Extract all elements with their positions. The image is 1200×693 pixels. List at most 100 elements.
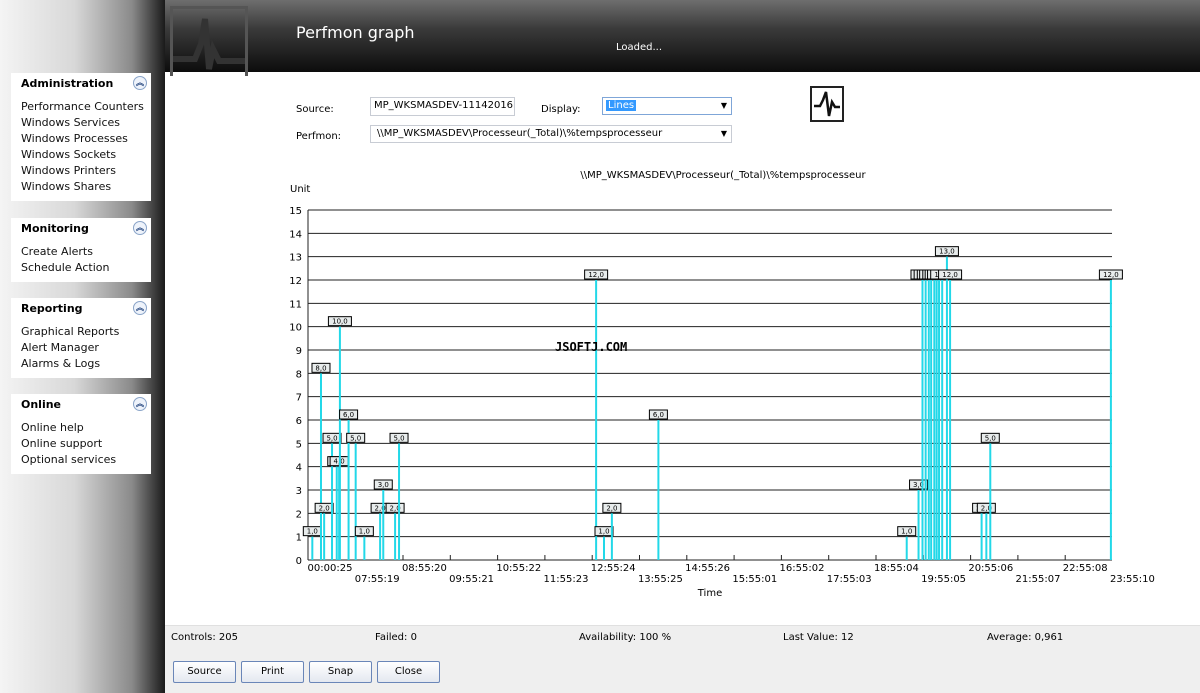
- section-title: Administration: [21, 77, 114, 90]
- data-label-box: [922, 269, 947, 280]
- section-title: Online: [21, 398, 62, 411]
- data-label: 5,0: [350, 434, 361, 442]
- y-tick-label: 0: [296, 556, 302, 567]
- data-label: 4,0: [334, 458, 345, 466]
- sidebar-section-monitoring: Monitoring ︽ Create Alerts Schedule Action: [11, 218, 151, 282]
- data-label-box: [354, 526, 374, 537]
- sidebar-item[interactable]: Windows Processes: [21, 131, 141, 147]
- data-label: 12,0: [1103, 271, 1119, 279]
- sidebar-item[interactable]: Windows Services: [21, 115, 141, 131]
- sidebar-section-reporting: Reporting ︽ Graphical Reports Alert Manager…: [11, 298, 151, 378]
- sidebar-section-administration: Administration ︽ Performance Counters Windo…: [11, 73, 151, 201]
- data-label-box: [327, 456, 347, 467]
- sidebar-item[interactable]: Alert Manager: [21, 340, 141, 356]
- data-label: 12,0: [929, 271, 945, 279]
- data-label: 12,0: [934, 271, 950, 279]
- data-label: 2,0: [606, 504, 617, 512]
- data-label-box: [311, 362, 331, 373]
- data-label: 1,0: [901, 528, 912, 536]
- data-label: 12,0: [915, 271, 931, 279]
- y-tick-label: 13: [289, 253, 302, 264]
- section-title: Monitoring: [21, 222, 89, 235]
- y-tick-label: 3: [296, 486, 302, 497]
- y-tick-label: 11: [289, 299, 302, 310]
- y-tick-label: 7: [296, 393, 302, 404]
- close-button[interactable]: Close: [377, 661, 440, 683]
- collapse-icon[interactable]: ︽: [133, 76, 147, 90]
- x-tick-label: 20:55:06: [968, 563, 1013, 574]
- data-label-box: [339, 409, 359, 420]
- collapse-icon[interactable]: ︽: [133, 301, 147, 315]
- pulse-icon[interactable]: [810, 86, 844, 122]
- perfmon-select[interactable]: \\MP_WKSMASDEV\Processeur(_Total)\%temps…: [370, 125, 732, 143]
- data-label: 12,0: [942, 271, 958, 279]
- section-header[interactable]: Reporting ︽: [11, 298, 151, 320]
- sidebar-item[interactable]: Alarms & Logs: [21, 356, 141, 372]
- data-label-box: [594, 526, 614, 537]
- print-button[interactable]: Print: [241, 661, 304, 683]
- display-select[interactable]: Lines ▼: [602, 97, 732, 115]
- dropdown-arrow-icon: ▼: [720, 129, 727, 138]
- x-tick-label: 21:55:07: [1016, 574, 1061, 585]
- data-label: 10,0: [332, 318, 348, 326]
- sidebar-item[interactable]: Create Alerts: [21, 244, 141, 260]
- y-tick-label: 8: [296, 369, 302, 380]
- x-tick-label: 10:55:22: [496, 563, 541, 574]
- x-tick-label: 22:55:08: [1063, 563, 1108, 574]
- data-label: 6,0: [343, 411, 354, 419]
- sidebar-item[interactable]: Graphical Reports: [21, 324, 141, 340]
- header: Perfmon graph Loaded...: [165, 0, 1200, 76]
- footer: Controls: 205 Failed: 0 Availability: 10…: [165, 625, 1200, 693]
- data-label-box: [924, 269, 949, 280]
- sidebar-item[interactable]: Online help: [21, 420, 141, 436]
- data-label: 13,0: [939, 248, 955, 256]
- data-label-box: [389, 432, 409, 443]
- sidebar-item[interactable]: Schedule Action: [21, 260, 141, 276]
- collapse-icon[interactable]: ︽: [133, 397, 147, 411]
- y-tick-label: 12: [289, 276, 302, 287]
- data-label: 2,0: [981, 504, 992, 512]
- x-tick-label: 11:55:23: [544, 574, 589, 585]
- y-tick-label: 2: [296, 509, 302, 520]
- perfmon-label: Perfmon:: [296, 131, 342, 142]
- data-label-box: [322, 432, 342, 443]
- sidebar: Administration ︽ Performance Counters Windo…: [0, 0, 165, 693]
- section-title: Reporting: [21, 302, 83, 315]
- data-label-box: [370, 502, 390, 513]
- source-button[interactable]: Source: [173, 661, 236, 683]
- data-label: 2,0: [976, 504, 987, 512]
- data-label-box: [927, 269, 952, 280]
- data-label-box: [919, 269, 944, 280]
- sidebar-item[interactable]: Windows Printers: [21, 163, 141, 179]
- data-label: 1,0: [307, 528, 318, 536]
- source-input[interactable]: MP_WKSMASDEV-11142016P: [370, 97, 515, 116]
- section-header[interactable]: Online ︽: [11, 394, 151, 416]
- x-tick-label: 18:55:04: [874, 563, 919, 574]
- source-label: Source:: [296, 104, 334, 115]
- collapse-icon[interactable]: ︽: [133, 221, 147, 235]
- controls-count: Controls: 205: [171, 632, 238, 643]
- x-tick-label: 14:55:26: [685, 563, 730, 574]
- data-label-box: [897, 526, 917, 537]
- dropdown-arrow-icon: ▼: [720, 101, 727, 110]
- sidebar-item[interactable]: Performance Counters: [21, 99, 144, 115]
- sidebar-item[interactable]: Online support: [21, 436, 141, 452]
- y-tick-label: 9: [296, 346, 302, 357]
- section-header[interactable]: Administration ︽: [11, 73, 151, 95]
- data-label-box: [909, 479, 929, 490]
- data-label: 1,0: [359, 528, 370, 536]
- sidebar-item[interactable]: Windows Shares: [21, 179, 141, 195]
- data-label: 1,0: [598, 528, 609, 536]
- y-tick-label: 14: [289, 229, 302, 240]
- y-tick-label: 1: [296, 533, 302, 544]
- sidebar-item[interactable]: Optional services: [21, 452, 141, 468]
- sidebar-item[interactable]: Windows Sockets: [21, 147, 141, 163]
- x-tick-label: 12:55:24: [591, 563, 636, 574]
- x-axis-label: Time: [697, 588, 722, 599]
- snap-button[interactable]: Snap: [309, 661, 372, 683]
- data-label: 12,0: [921, 271, 937, 279]
- data-label-box: [329, 456, 349, 467]
- section-header[interactable]: Monitoring ︽: [11, 218, 151, 240]
- data-label: 8,0: [315, 364, 326, 372]
- data-label-box: [916, 269, 941, 280]
